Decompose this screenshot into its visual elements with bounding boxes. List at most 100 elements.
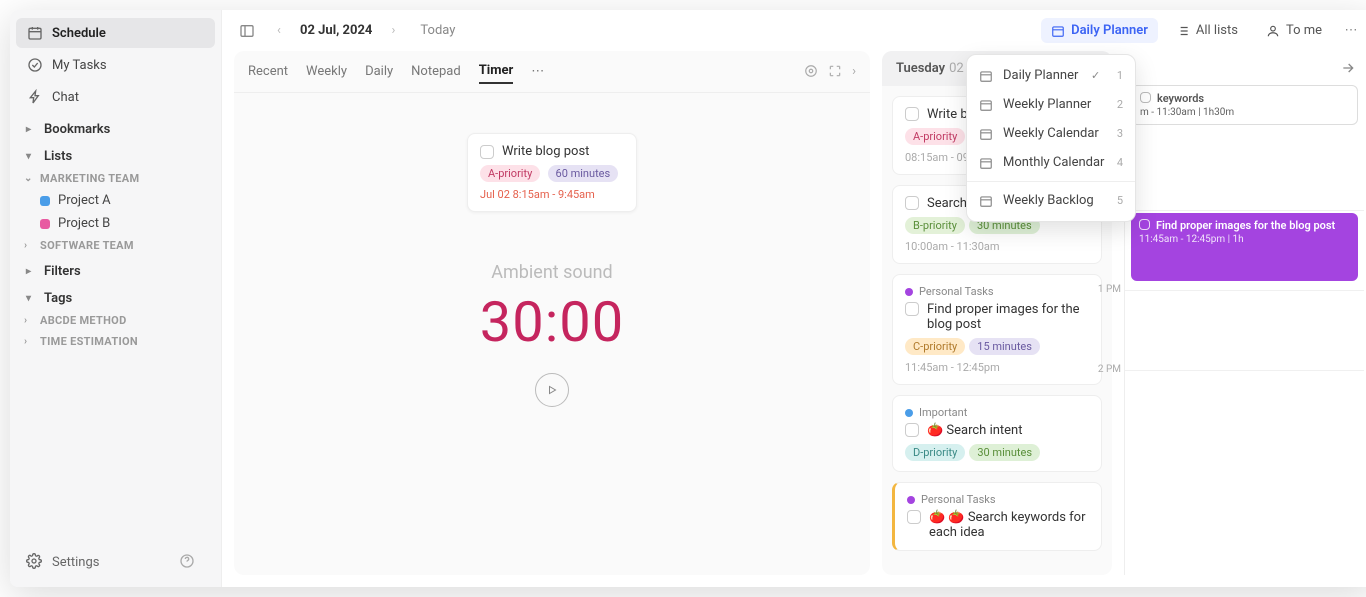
ambient-sound-label[interactable]: Ambient sound bbox=[491, 262, 612, 283]
caret-right-icon: › bbox=[24, 336, 36, 347]
event-keywords[interactable]: keywords m - 11:30am | 1h30m bbox=[1131, 85, 1358, 125]
next-icon[interactable]: › bbox=[852, 64, 856, 79]
calendar-icon bbox=[26, 24, 44, 42]
task-card[interactable]: Personal Tasks🍅 🍅 Search keywords for ea… bbox=[892, 482, 1102, 551]
nav-mytasks[interactable]: My Tasks bbox=[16, 50, 215, 80]
to-me-button[interactable]: To me bbox=[1256, 18, 1332, 43]
next-day-button[interactable]: › bbox=[382, 20, 404, 42]
project-b[interactable]: Project B bbox=[16, 212, 215, 235]
more-icon[interactable]: ⋯ bbox=[1340, 20, 1362, 42]
task-checkbox[interactable] bbox=[480, 145, 494, 159]
task-title: 🍅 Search intent bbox=[927, 423, 1023, 438]
today-button[interactable]: Today bbox=[420, 23, 455, 38]
priority-pill: C-priority bbox=[905, 338, 965, 355]
topbar: ‹ 02 Jul, 2024 › Today Daily Planner All… bbox=[222, 10, 1366, 51]
event-images[interactable]: Find proper images for the blog post 11:… bbox=[1131, 213, 1358, 281]
caret-down-icon: ▾ bbox=[26, 293, 38, 304]
all-lists-button[interactable]: All lists bbox=[1166, 18, 1248, 43]
sidebar-toggle-icon[interactable] bbox=[236, 20, 258, 42]
nav-chat-label: Chat bbox=[52, 90, 79, 105]
task-category: Important bbox=[905, 406, 1089, 419]
caret-right-icon: ▸ bbox=[26, 124, 38, 135]
event-checkbox[interactable] bbox=[1140, 92, 1151, 103]
view-dropdown: Daily Planner✓1Weekly Planner2Weekly Cal… bbox=[966, 54, 1136, 222]
nav-filters[interactable]: ▸Filters bbox=[16, 256, 215, 283]
project-color-icon bbox=[40, 219, 50, 229]
dropdown-item[interactable]: Daily Planner✓1 bbox=[967, 61, 1135, 90]
task-card[interactable]: Personal TasksFind proper images for the… bbox=[892, 274, 1102, 385]
nav-schedule-label: Schedule bbox=[52, 26, 106, 41]
task-time: 10:00am - 11:30am bbox=[905, 240, 1089, 253]
nav-tags[interactable]: ▾Tags bbox=[16, 283, 215, 310]
group-software[interactable]: ›SOFTWARE TEAM bbox=[16, 235, 215, 256]
nav-bookmarks[interactable]: ▸Bookmarks bbox=[16, 114, 215, 141]
tabbar: Recent Weekly Daily Notepad Timer ⋯ › bbox=[234, 51, 870, 93]
tab-recent[interactable]: Recent bbox=[248, 60, 288, 83]
nav-schedule[interactable]: Schedule bbox=[16, 18, 215, 48]
timer-display: 30:00 bbox=[480, 289, 624, 355]
task-checkbox[interactable] bbox=[905, 302, 919, 316]
dropdown-item[interactable]: Weekly Planner2 bbox=[967, 90, 1135, 119]
hour-label: 1 PM bbox=[1091, 284, 1121, 295]
timer-panel: Recent Weekly Daily Notepad Timer ⋯ › bbox=[234, 51, 870, 575]
calendar-icon bbox=[979, 69, 993, 83]
caret-down-icon: ▾ bbox=[26, 151, 38, 162]
tag-timeest[interactable]: ›TIME ESTIMATION bbox=[16, 331, 215, 352]
timer-task-card[interactable]: Write blog post A-priority 60 minutes Ju… bbox=[467, 133, 637, 212]
more-tabs-icon[interactable]: ⋯ bbox=[531, 60, 544, 83]
calendar-icon bbox=[979, 194, 993, 208]
bolt-icon bbox=[26, 88, 44, 106]
task-time: 11:45am - 12:45pm bbox=[905, 361, 1089, 374]
tab-daily[interactable]: Daily bbox=[365, 60, 393, 83]
prev-day-button[interactable]: ‹ bbox=[268, 20, 290, 42]
check-icon: ✓ bbox=[1091, 69, 1100, 82]
category-color-icon bbox=[905, 288, 913, 296]
caret-right-icon: › bbox=[24, 240, 36, 251]
task-checkbox[interactable] bbox=[905, 107, 919, 121]
settings-icon[interactable] bbox=[804, 64, 818, 79]
tag-abcde[interactable]: ›ABCDE METHOD bbox=[16, 310, 215, 331]
help-icon[interactable] bbox=[179, 553, 197, 571]
check-circle-icon bbox=[26, 56, 44, 74]
tab-weekly[interactable]: Weekly bbox=[306, 60, 347, 83]
caret-right-icon: › bbox=[24, 315, 36, 326]
task-category: Personal Tasks bbox=[907, 493, 1089, 506]
list-icon bbox=[1176, 24, 1190, 38]
task-checkbox[interactable] bbox=[907, 510, 921, 524]
dropdown-item[interactable]: Weekly Backlog5 bbox=[967, 186, 1135, 215]
task-checkbox[interactable] bbox=[905, 423, 919, 437]
user-icon bbox=[1266, 24, 1280, 38]
hour-label: 2 PM bbox=[1091, 364, 1121, 375]
priority-pill: A-priority bbox=[480, 165, 540, 182]
duration-pill: 60 minutes bbox=[548, 165, 619, 182]
settings-button[interactable]: Settings bbox=[26, 553, 99, 571]
tab-timer[interactable]: Timer bbox=[479, 59, 514, 84]
dropdown-item[interactable]: Weekly Calendar3 bbox=[967, 119, 1135, 148]
calendar-body[interactable]: keywords m - 11:30am | 1h30m 12 PM 1 PM … bbox=[1124, 85, 1364, 575]
expand-icon[interactable] bbox=[828, 64, 842, 79]
task-card[interactable]: Important🍅 Search intentD-priority30 min… bbox=[892, 395, 1102, 472]
task-checkbox[interactable] bbox=[905, 196, 919, 210]
category-color-icon bbox=[907, 496, 915, 504]
task-category: Personal Tasks bbox=[905, 285, 1089, 298]
main: ‹ 02 Jul, 2024 › Today Daily Planner All… bbox=[222, 10, 1366, 587]
event-checkbox[interactable] bbox=[1139, 219, 1150, 230]
tab-notepad[interactable]: Notepad bbox=[411, 60, 461, 83]
project-color-icon bbox=[40, 196, 50, 206]
nav-chat[interactable]: Chat bbox=[16, 82, 215, 112]
collapse-icon[interactable] bbox=[1340, 60, 1356, 76]
project-a[interactable]: Project A bbox=[16, 189, 215, 212]
sidebar: Schedule My Tasks Chat ▸Bookmarks ▾Lists… bbox=[10, 10, 222, 587]
caret-down-icon: ⌄ bbox=[24, 173, 36, 184]
priority-pill: B-priority bbox=[905, 217, 965, 234]
play-button[interactable] bbox=[535, 373, 569, 407]
group-marketing[interactable]: ⌄MARKETING TEAM bbox=[16, 168, 215, 189]
category-color-icon bbox=[905, 409, 913, 417]
dropdown-item[interactable]: Monthly Calendar4 bbox=[967, 148, 1135, 177]
calendar-panel: keywords m - 11:30am | 1h30m 12 PM 1 PM … bbox=[1124, 51, 1364, 575]
nav-lists[interactable]: ▾Lists bbox=[16, 141, 215, 168]
daily-planner-button[interactable]: Daily Planner bbox=[1041, 18, 1158, 43]
duration-pill: 30 minutes bbox=[969, 444, 1040, 461]
current-date: 02 Jul, 2024 bbox=[300, 23, 372, 38]
gear-icon bbox=[26, 553, 44, 571]
